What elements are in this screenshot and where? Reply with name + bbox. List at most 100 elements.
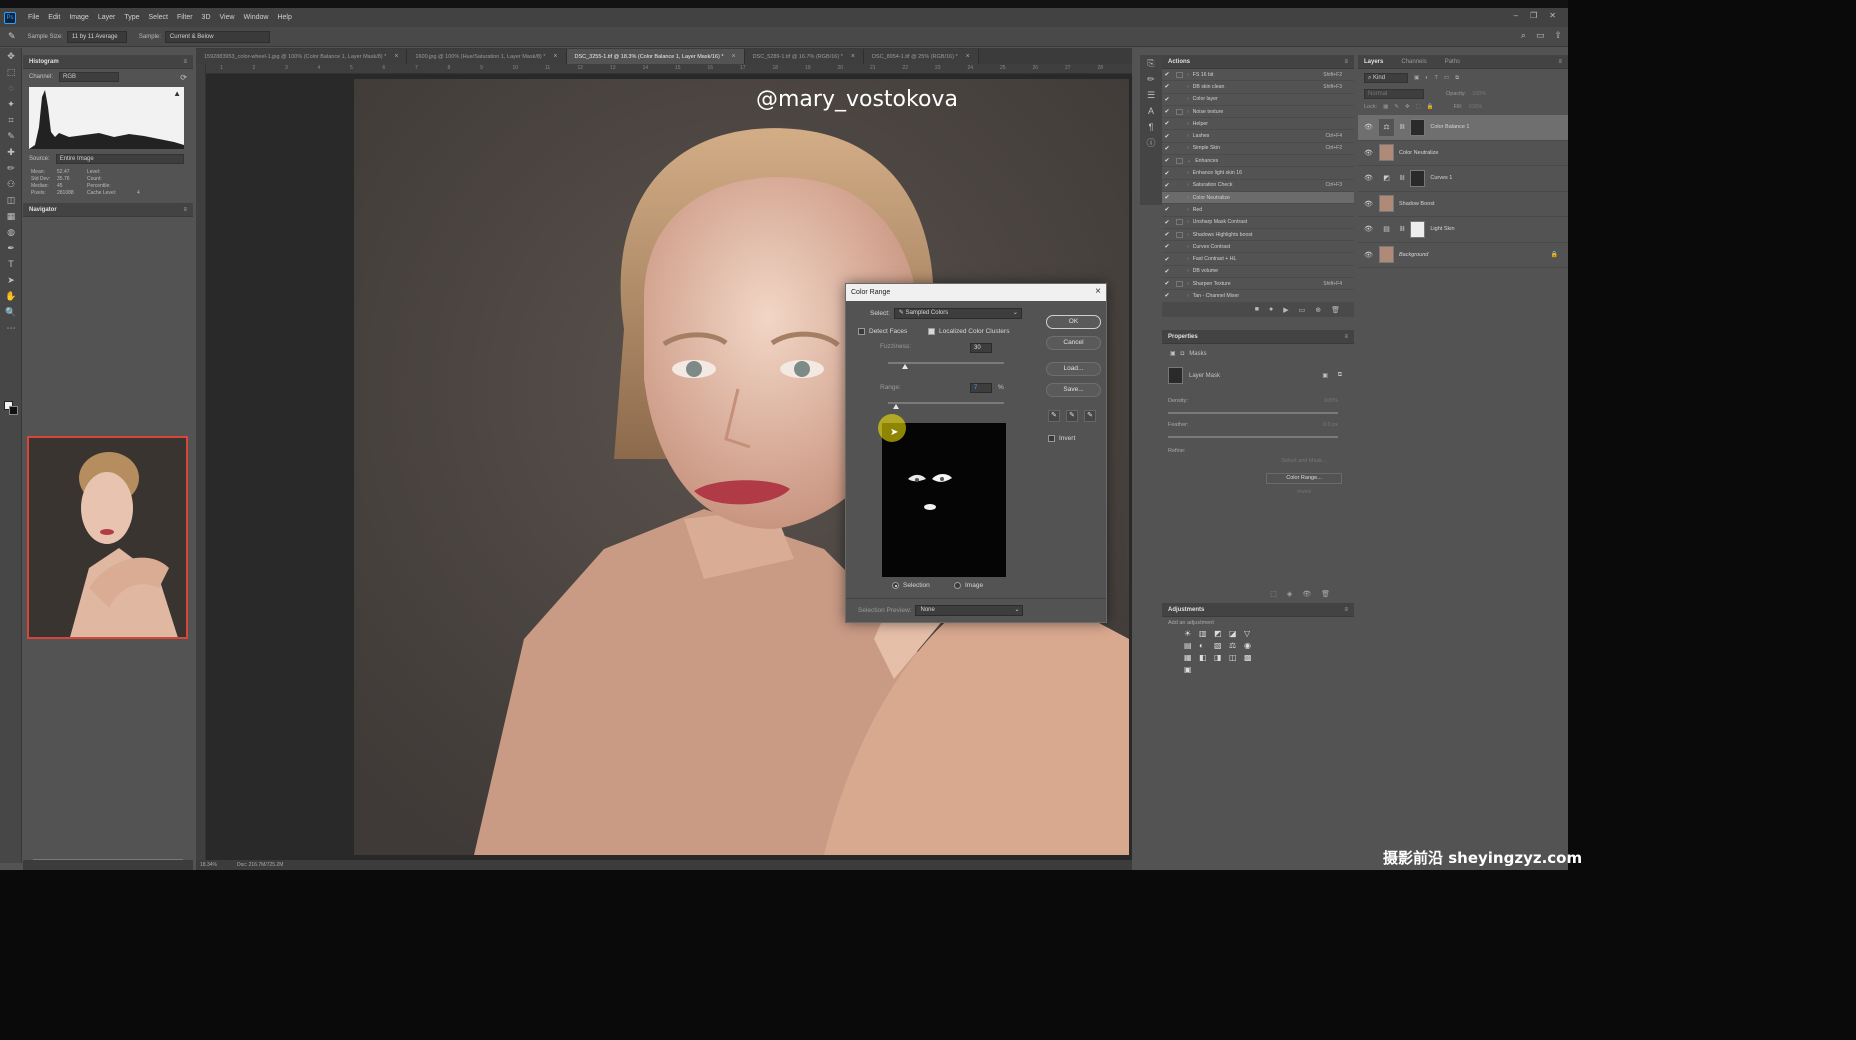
filter-shape-icon[interactable]: ▭ [1444,75,1449,81]
dialog-toggle-icon[interactable] [1176,108,1183,115]
kind-filter-select[interactable]: ⌕ Kind [1364,73,1408,83]
close-icon[interactable]: × [553,53,557,60]
expand-icon[interactable]: › [1187,293,1189,299]
menu-image[interactable]: Image [69,14,88,21]
close-icon[interactable]: × [394,53,398,60]
adjustment-icon[interactable]: ▣ [1184,665,1195,674]
action-item[interactable]: ✔ › Fast Contrast + HL [1162,253,1354,266]
tab-paths[interactable]: Paths [1445,59,1460,65]
close-icon[interactable]: × [851,53,855,60]
invert-button[interactable]: Invert [1266,489,1342,500]
panel-menu-icon[interactable]: ≡ [1558,59,1562,65]
localized-clusters-checkbox[interactable] [928,328,935,335]
action-item[interactable]: ✔ › DB volume [1162,266,1354,279]
panel-menu-icon[interactable]: ≡ [183,207,187,213]
histogram-panel-tab[interactable]: Histogram ≡ [23,55,193,69]
action-item[interactable]: ✔ › Sharpen Texture Shift+F4 [1162,278,1354,291]
workspace-icon[interactable]: ▭ [1536,30,1545,41]
navigator-thumbnail[interactable] [27,436,188,639]
close-icon[interactable]: × [731,53,735,60]
menu-view[interactable]: View [220,14,235,21]
menu-help[interactable]: Help [277,14,291,21]
background-color-swatch[interactable] [9,406,18,415]
marquee-icon[interactable]: ⬚ [0,64,22,80]
range-slider[interactable] [888,402,1004,404]
opacity-value[interactable]: 100% [1472,91,1486,97]
layer-row[interactable]: 👁 Background 🔒 [1358,243,1568,268]
color-range-button[interactable]: Color Range... [1266,473,1342,484]
brushes-icon[interactable]: ☰ [1140,87,1162,103]
action-toggle-icon[interactable]: ✔ [1162,133,1172,140]
panel-menu-icon[interactable]: ≡ [1344,59,1348,65]
adjustment-icon[interactable]: ◫ [1229,653,1240,662]
expand-icon[interactable]: › [1187,207,1189,213]
load-selection-icon[interactable]: ⬚ [1270,590,1277,598]
filter-adjust-icon[interactable]: ◐ [1425,75,1428,81]
path-select-icon[interactable]: ➤ [0,272,22,288]
load-button[interactable]: Load... [1046,362,1101,376]
selection-radio[interactable] [892,582,899,589]
hand-icon[interactable]: ✋ [0,288,22,304]
expand-icon[interactable]: › [1187,109,1189,115]
adjustment-icon[interactable]: ▩ [1244,653,1255,662]
selection-preview-select[interactable]: None ⌄ [915,605,1024,616]
trash-icon[interactable]: 🗑 [1321,590,1330,598]
panel-menu-icon[interactable]: ≡ [1344,334,1348,340]
history-icon[interactable]: ⎘ [1140,55,1162,71]
action-toggle-icon[interactable]: ✔ [1162,108,1172,115]
add-mask-icon[interactable]: ▣ [1322,372,1328,379]
action-item[interactable]: ✔ › Shadows Highlights boost [1162,229,1354,242]
eye-icon[interactable]: 👁 [1364,174,1374,182]
expand-icon[interactable]: › [1187,256,1189,262]
adjustment-icon[interactable]: ▤ [1184,641,1195,650]
save-button[interactable]: Save... [1046,383,1101,397]
gradient-icon[interactable]: ▦ [0,208,22,224]
eye-icon[interactable]: 👁 [1364,123,1374,131]
cancel-button[interactable]: Cancel [1046,336,1101,350]
action-item[interactable]: ✔ › DB skin clean Shift+F3 [1162,81,1354,94]
expand-icon[interactable]: ⌄ [1187,158,1191,164]
expand-icon[interactable]: › [1187,244,1189,250]
fuzziness-slider-thumb[interactable] [902,364,909,369]
dialog-toggle-icon[interactable] [1176,157,1183,164]
source-select[interactable]: Entire Image [55,154,184,164]
menu-window[interactable]: Window [244,14,269,21]
action-toggle-icon[interactable]: ✔ [1162,194,1172,201]
range-input[interactable]: 7 [970,383,992,393]
adjustment-icon[interactable]: ◨ [1214,653,1225,662]
filter-type-icon[interactable]: T [1435,75,1438,81]
visibility-icon[interactable]: 👁 [1302,590,1311,598]
paragraph-icon[interactable]: ¶ [1140,119,1162,135]
action-item[interactable]: ✔ › Helper [1162,118,1354,131]
trash-icon[interactable]: 🗑 [1331,306,1340,314]
expand-icon[interactable]: › [1187,268,1189,274]
character-icon[interactable]: A [1140,103,1162,119]
eraser-icon[interactable]: ◫ [0,192,22,208]
close-icon[interactable]: × [966,53,970,60]
actions-tab[interactable]: Actions ≡ [1162,55,1354,69]
adjustment-icon[interactable]: ▧ [1214,641,1225,650]
record-icon[interactable]: ● [1269,306,1273,313]
adjustment-icon[interactable]: ◪ [1229,629,1240,638]
action-item[interactable]: ✔ › FS 16 bit Shift+F2 [1162,69,1354,82]
expand-icon[interactable]: › [1187,219,1189,225]
adjustment-icon[interactable]: ⚖ [1229,641,1240,650]
minimize-icon[interactable]: – [1514,11,1518,20]
refresh-icon[interactable]: ⟳ [180,73,187,82]
document-tab[interactable]: 1600.jpg @ 100% (Hue/Saturation 1, Layer… [407,49,567,64]
stamp-icon[interactable]: ⚇ [0,176,22,192]
expand-icon[interactable]: › [1187,96,1189,102]
layer-row[interactable]: 👁 Shadow Boost [1358,192,1568,217]
density-value[interactable]: 100% [1324,398,1338,404]
action-item[interactable]: ✔ › Red [1162,204,1354,217]
menu-edit[interactable]: Edit [48,14,60,21]
expand-icon[interactable]: › [1187,72,1189,78]
panel-menu-icon[interactable]: ≡ [183,59,187,65]
crop-icon[interactable]: ⌗ [0,112,22,128]
action-toggle-icon[interactable]: ✔ [1162,206,1172,213]
mask-thumbnail[interactable] [1410,220,1426,238]
lock-pixels-icon[interactable]: ▦ [1383,104,1388,110]
more-icon[interactable]: ⋯ [0,320,22,336]
dialog-toggle-icon[interactable] [1176,231,1183,238]
action-toggle-icon[interactable]: ✔ [1162,71,1172,78]
